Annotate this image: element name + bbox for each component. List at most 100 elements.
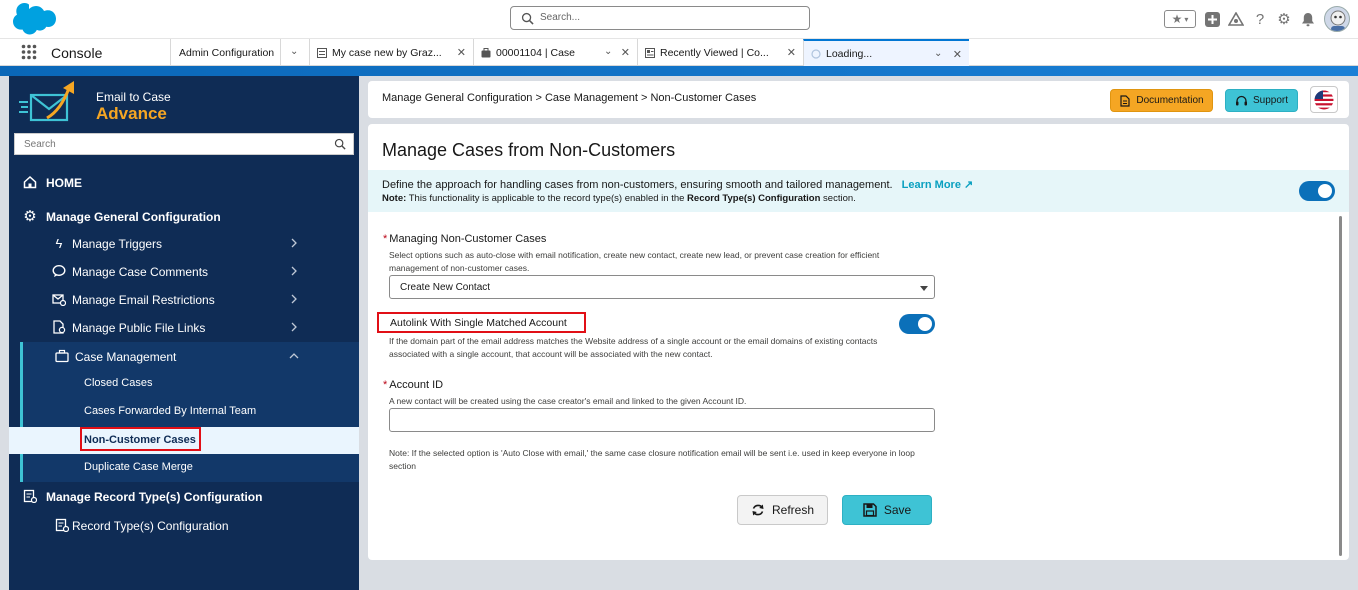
sidebar-search-input[interactable]: Search [14,133,354,155]
console-tab-bar: Console Admin Configuration ⌄ My case ne… [0,38,1358,67]
managing-label-text: Managing Non-Customer Cases [389,233,547,245]
global-search-input[interactable]: Search... [510,6,810,30]
sidebar-item-label: Closed Cases [84,377,153,389]
sidebar-item-label: Case Management [75,350,177,364]
briefcase-icon [55,349,69,363]
support-button[interactable]: Support [1225,89,1298,112]
autolink-label: Autolink With Single Matched Account [390,317,567,329]
sidebar-item-label: Manage Case Comments [72,265,209,279]
gear-icon: ⚙ [23,208,37,225]
managing-non-customer-cases-label: * Managing Non-Customer Cases [383,233,546,245]
chevron-down-icon[interactable]: ⌄ [934,48,942,59]
email-restriction-icon [52,294,66,306]
document-icon [1120,94,1130,107]
comment-bubble-icon [52,264,66,277]
refresh-button[interactable]: Refresh [737,495,828,525]
save-button[interactable]: Save [842,495,932,525]
learn-more-link[interactable]: Learn More ↗ [902,179,974,191]
sidebar-item-duplicate-case-merge[interactable]: Duplicate Case Merge [9,454,359,481]
sidebar-item-record-type-configuration-group[interactable]: Manage Record Type(s) Configuration [9,482,359,510]
close-icon[interactable]: ✕ [953,48,962,61]
tab-loading[interactable]: Loading... ⌄ ✕ [803,39,969,67]
lightning-bolt-icon: ϟ [55,235,63,251]
sidebar-search-placeholder: Search [24,139,56,150]
chevron-down-icon[interactable]: ⌄ [604,46,612,57]
help-icon[interactable]: ? [1252,11,1268,28]
sidebar-item-cases-forwarded[interactable]: Cases Forwarded By Internal Team [9,398,359,425]
tab-my-case[interactable]: My case new by Graz... ✕ [309,39,473,66]
dropdown-caret-icon [920,286,928,291]
content-scrollbar[interactable] [1339,216,1342,556]
sidebar-item-label: Manage Triggers [72,237,163,251]
email-to-case-logo-icon [19,81,74,122]
loading-spinner-icon [811,49,821,59]
feature-info-banner: Define the approach for handling cases f… [368,170,1349,212]
global-add-icon[interactable] [1204,11,1220,27]
user-avatar[interactable] [1324,6,1350,32]
note-text-2: section. [820,193,856,204]
record-type-settings-icon [23,489,37,503]
feature-note: Note: This functionality is applicable t… [382,193,856,204]
managing-non-customer-cases-select[interactable]: Create New Contact [389,275,935,299]
sidebar-item-case-management[interactable]: Case Management [9,342,359,370]
sidebar-item-closed-cases[interactable]: Closed Cases [9,370,359,397]
learn-more-label: Learn More [901,179,961,191]
tab-case-00001104[interactable]: 00001104 | Case ⌄ ✕ [473,39,637,66]
account-id-help-text: A new contact will be created using the … [389,396,747,406]
record-type-config-link: Record Type(s) Configuration [687,193,821,204]
required-asterisk: * [383,233,388,245]
sidebar-item-label: Duplicate Case Merge [84,461,193,473]
non-customer-cases-card: Manage Cases from Non-Customers Define t… [368,124,1349,560]
selected-option: Create New Contact [400,282,491,293]
tab-recently-viewed[interactable]: Recently Viewed | Co... ✕ [637,39,803,66]
salesforce-cloud-icon[interactable] [10,3,56,35]
search-icon [334,138,346,150]
tab-overflow-dropdown[interactable]: ⌄ [280,39,309,66]
autolink-help-text: If the domain part of the email address … [389,336,878,359]
tab-label: Admin Configuration [179,46,275,59]
page-title: Manage Cases from Non-Customers [382,140,676,160]
sidebar-item-label: Manage General Configuration [46,210,221,224]
documentation-button[interactable]: Documentation [1110,89,1213,112]
tab-label: 00001104 | Case [496,46,576,59]
sidebar-item-home[interactable]: HOME [9,168,359,196]
account-id-input[interactable] [389,408,935,432]
sidebar-item-manage-triggers[interactable]: ϟ Manage Triggers [9,229,359,257]
home-icon [23,175,37,189]
favorites-button[interactable]: ★ ▾ [1164,10,1196,28]
app-launcher-icon[interactable] [21,44,37,60]
global-search-placeholder: Search... [540,12,581,23]
close-icon[interactable]: ✕ [621,46,630,59]
close-icon[interactable]: ✕ [457,46,466,59]
support-label: Support [1252,95,1289,106]
sidebar-item-manage-case-comments[interactable]: Manage Case Comments [9,257,359,285]
auto-close-note: Note: If the selected option is 'Auto Cl… [389,448,915,471]
setup-gear-icon[interactable]: ⚙ [1276,11,1292,28]
feature-enable-toggle[interactable] [1299,181,1335,201]
sidebar-item-manage-email-restrictions[interactable]: Manage Email Restrictions [9,285,359,313]
us-flag-icon [1314,90,1334,109]
language-selector-button[interactable] [1310,86,1338,113]
workspace-banner [0,66,1358,76]
notification-bell-icon[interactable] [1300,11,1316,27]
trailhead-icon[interactable] [1228,11,1244,27]
note-prefix: Note: [382,193,407,204]
sidebar-item-manage-public-file-links[interactable]: Manage Public File Links [9,313,359,341]
record-icon [317,47,327,58]
sidebar-item-label: HOME [46,176,82,190]
close-icon[interactable]: ✕ [787,46,796,59]
highlight-box [80,427,201,451]
autolink-toggle[interactable] [899,314,935,334]
chevron-right-icon [291,322,297,332]
tab-admin-configuration[interactable]: Admin Configuration [170,39,280,66]
breadcrumb-card: Manage General Configuration > Case Mana… [368,81,1349,118]
chevron-right-icon [291,238,297,248]
brand-name-line2: Advance [96,104,167,123]
note-text-1: This functionality is applicable to the … [406,193,688,204]
favorites-star-icon: ★ [1171,12,1183,26]
app-sidebar: Email to Case Advance Search HOME ⚙ Mana… [9,76,359,590]
brand-name-line1: Email to Case [96,90,171,104]
external-link-icon: ↗ [964,179,974,191]
sidebar-item-record-type-configuration[interactable]: Record Type(s) Configuration [9,511,359,539]
sidebar-item-general-configuration[interactable]: ⚙ Manage General Configuration [9,202,359,230]
